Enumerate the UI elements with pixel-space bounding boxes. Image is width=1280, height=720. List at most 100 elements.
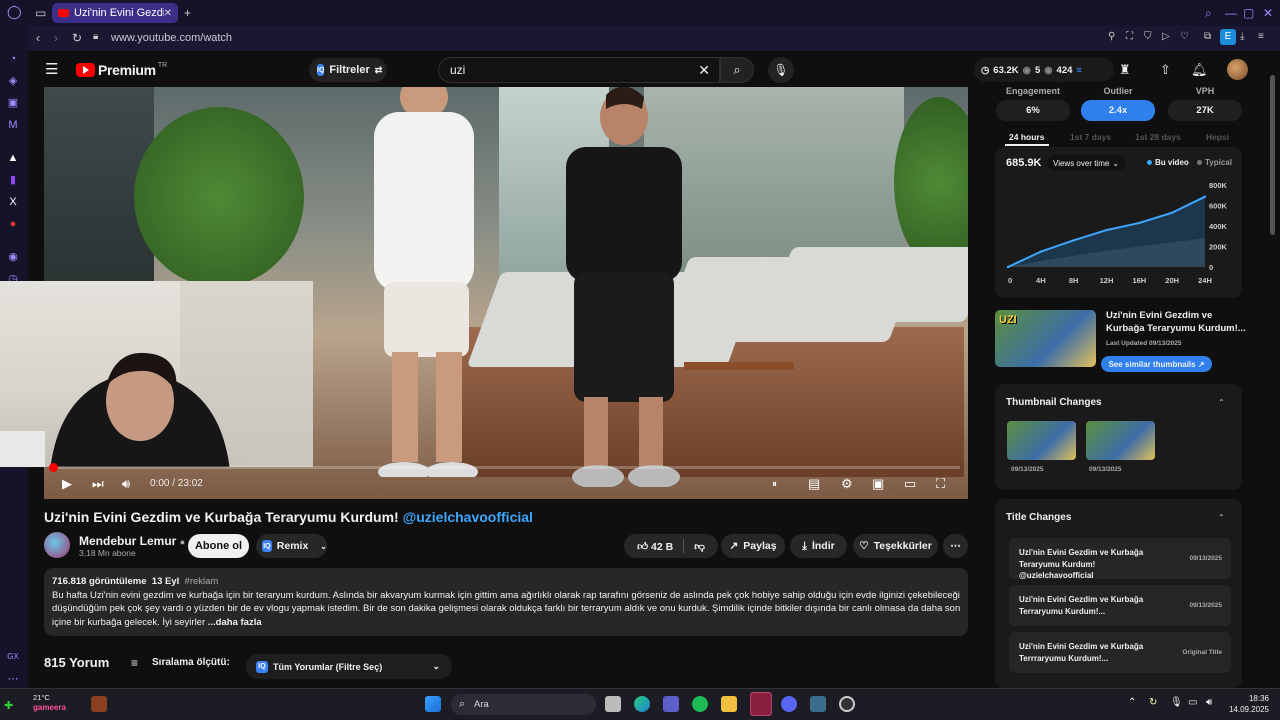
back-icon[interactable]: ‹ — [36, 31, 40, 45]
gaming-widget-icon[interactable]: gameera — [33, 703, 66, 712]
play-icon[interactable]: ▶ — [62, 476, 72, 492]
tab-24-hours[interactable]: 24 hours — [1009, 132, 1044, 142]
video-thumbnail[interactable]: UZI — [995, 310, 1096, 367]
new-tab-icon[interactable]: + — [184, 6, 191, 20]
video-description[interactable]: 716.818 görüntüleme 13 Eyl #reklam Bu ha… — [44, 568, 968, 636]
task-view-icon[interactable] — [605, 696, 621, 712]
messenger-icon[interactable]: ▣ — [6, 96, 20, 110]
reload-icon[interactable]: ↻ — [72, 31, 82, 45]
snapshot-icon[interactable]: ⛶ — [1126, 31, 1133, 42]
tray-app-icon[interactable]: ↻ — [1149, 697, 1157, 708]
edge-icon[interactable] — [634, 696, 650, 712]
music-icon[interactable]: ● — [6, 217, 20, 231]
comment-filter-select[interactable]: IQ Tüm Yorumlar (Filtre Seç) ⌄ — [246, 654, 452, 679]
see-similar-thumbnails-button[interactable]: See similar thumbnails ↗ — [1101, 356, 1212, 372]
system-clock[interactable]: 18:36 14.09.2025 — [1224, 693, 1269, 715]
microphone-icon[interactable]: 🎙︎ — [1170, 697, 1183, 708]
thumbnail-change-2[interactable] — [1086, 421, 1155, 460]
more-actions-button[interactable]: ⋯ — [943, 534, 968, 558]
upload-icon[interactable]: ⇧ — [1160, 62, 1171, 78]
search-button[interactable]: ⌕ — [720, 57, 754, 83]
views-chart[interactable]: 0 200K 400K 600K 800K 0 4H 8H 12H 16H 20H 24H — [1000, 175, 1240, 290]
maximize-icon[interactable]: ▢ — [1243, 6, 1254, 20]
like-button[interactable]: 👍︎ 42 B — [637, 540, 673, 553]
twitch-icon[interactable]: ▮ — [6, 173, 20, 187]
sort-label[interactable]: Sıralama ölçütü: — [152, 657, 230, 668]
next-icon[interactable]: ⏭︎ — [92, 476, 104, 492]
video-progress-bar[interactable] — [49, 463, 960, 472]
collapse-icon[interactable]: ⌃ — [1218, 513, 1225, 522]
tray-chevron-icon[interactable]: ⌃ — [1128, 697, 1136, 708]
channel-avatar[interactable] — [44, 532, 70, 558]
steam-icon[interactable] — [810, 696, 826, 712]
pin-icon[interactable]: ⚲ — [1108, 31, 1115, 42]
tab-all[interactable]: Hepsi — [1206, 132, 1229, 142]
aria-icon[interactable]: ◔ — [6, 52, 20, 66]
windows-start-icon[interactable] — [425, 696, 441, 712]
tab-first-28-days[interactable]: 1st 28 days — [1135, 132, 1181, 142]
taskbar-search[interactable]: ⌕ Ara — [451, 694, 596, 715]
chart-mode-select[interactable]: Views over time ⌄ — [1047, 155, 1126, 171]
autoplay-toggle-icon[interactable]: ⏸︎ — [772, 479, 777, 490]
share-button[interactable]: ↗ Paylaş — [721, 534, 785, 558]
fullscreen-icon[interactable]: ⛶ — [936, 476, 945, 492]
tab-manager-icon[interactable]: ▭ — [35, 6, 46, 20]
player-icon[interactable]: ◉ — [6, 250, 20, 264]
voice-search-button[interactable]: 🎙︎ — [768, 57, 794, 83]
search-icon[interactable]: ⌕ — [1205, 6, 1212, 21]
menu-icon[interactable]: ≡ — [1258, 31, 1264, 42]
minimize-icon[interactable]: — — [1225, 6, 1237, 20]
settings-gear-icon[interactable]: ⚙ — [841, 476, 853, 492]
obs-icon[interactable] — [839, 696, 855, 712]
show-more-link[interactable]: ...daha fazla — [208, 617, 262, 628]
miniplayer-icon[interactable]: ▣ — [872, 476, 884, 492]
title-change-row[interactable]: Uzi'nin Evini Gezdim ve Kurbağa Teraryum… — [1009, 538, 1231, 580]
file-explorer-icon[interactable] — [721, 696, 737, 712]
metric-outlier[interactable]: 2.4x — [1081, 100, 1155, 121]
remix-button[interactable]: IQ Remix ⌄ — [256, 534, 327, 558]
progress-knob[interactable] — [49, 463, 58, 472]
subtitles-icon[interactable]: ▤ — [808, 476, 820, 492]
app-icon[interactable]: ▲ — [6, 151, 20, 165]
discord-icon[interactable] — [781, 696, 797, 712]
network-icon[interactable]: ▭ — [1188, 697, 1197, 708]
play-icon[interactable]: ▷ — [1162, 31, 1170, 42]
teams-icon[interactable] — [663, 696, 679, 712]
tab-first-7-days[interactable]: 1st 7 days — [1070, 132, 1111, 142]
gx-icon[interactable]: GX — [6, 650, 20, 664]
youtube-premium-logo[interactable]: Premium TR — [76, 62, 167, 78]
bag-icon[interactable]: ◈ — [6, 74, 20, 88]
x-icon[interactable]: X — [6, 195, 20, 209]
spotify-icon[interactable] — [692, 696, 708, 712]
mail-icon[interactable]: M — [6, 118, 20, 132]
dislike-button[interactable]: 👎︎ — [694, 540, 705, 553]
search-input[interactable]: uzi ✕ — [438, 57, 720, 83]
shield-icon[interactable]: ⛉ — [1144, 31, 1152, 42]
close-window-icon[interactable]: ✕ — [1263, 6, 1273, 20]
title-change-row[interactable]: Uzi'nin Evini Gezdim ve Kurbağa Terrrary… — [1009, 632, 1231, 673]
channel-name[interactable]: Mendebur Lemur ● — [79, 534, 185, 548]
hamburger-menu-icon[interactable]: ☰ — [45, 60, 58, 78]
title-mention-link[interactable]: @uzielchavoofficial — [403, 509, 533, 525]
widget-app-icon[interactable] — [91, 696, 107, 712]
volume-icon[interactable]: 🔊︎ — [122, 476, 130, 492]
user-avatar[interactable] — [1227, 59, 1248, 80]
download-button[interactable]: ⤓ İndir — [790, 534, 847, 558]
opera-gx-taskbar-icon[interactable] — [750, 692, 772, 716]
tab-active[interactable]: Uzi'nin Evini Gezdim ve K ✕ — [52, 3, 178, 23]
thanks-button[interactable]: ♡ Teşekkürler — [853, 534, 938, 558]
subscribe-button[interactable]: Abone ol — [188, 534, 249, 558]
filters-button[interactable]: IQ Filtreler ⇄ — [309, 58, 387, 82]
weather-temp[interactable]: 21°C — [33, 693, 50, 702]
clear-search-icon[interactable]: ✕ — [698, 62, 710, 79]
download-icon[interactable]: ⤓ — [1240, 31, 1244, 42]
page-scrollbar[interactable] — [1270, 75, 1275, 235]
theater-mode-icon[interactable]: ▭ — [904, 476, 916, 492]
url-text[interactable]: www.youtube.com/watch — [111, 32, 232, 44]
volume-icon[interactable]: 🔊︎ — [1206, 697, 1212, 708]
extension-e-icon[interactable]: E — [1220, 29, 1236, 45]
opera-logo-icon[interactable]: ◯ — [7, 4, 22, 20]
metric-engagement[interactable]: 6% — [996, 100, 1070, 121]
thumbnail-change-1[interactable] — [1007, 421, 1076, 460]
plus-icon[interactable]: ✚ — [4, 699, 13, 712]
